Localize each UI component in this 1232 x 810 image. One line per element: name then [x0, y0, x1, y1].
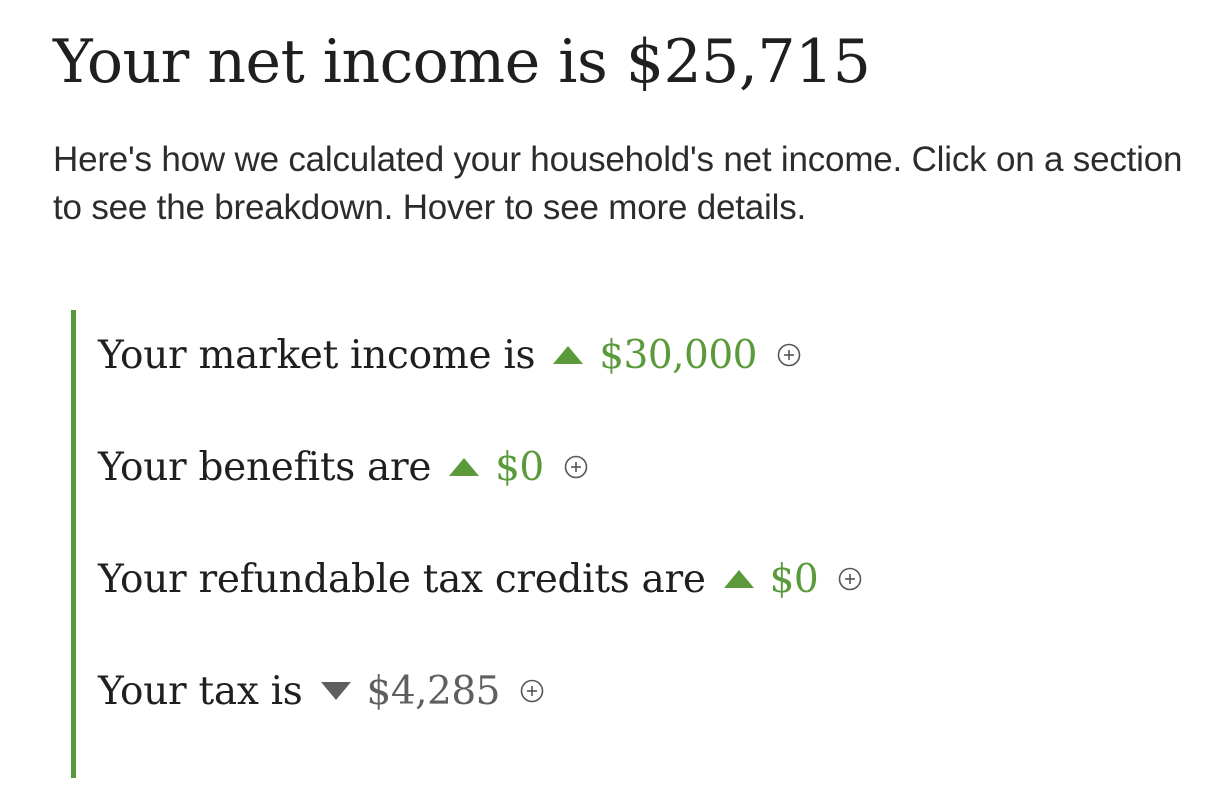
- breakdown-item-benefits[interactable]: Your benefits are $0: [98, 432, 588, 502]
- plus-circle-icon[interactable]: [777, 343, 801, 367]
- intro-text: Here's how we calculated your household'…: [53, 140, 1183, 227]
- plus-circle-icon[interactable]: [520, 679, 544, 703]
- breakdown-item-label: Your market income is: [98, 332, 536, 378]
- net-income-breakdown: Your market income is $30,000 Your benef…: [71, 310, 1176, 778]
- page-title: Your net income is $25,715: [53, 27, 871, 97]
- breakdown-item-refundable-tax-credits[interactable]: Your refundable tax credits are $0: [98, 544, 862, 614]
- triangle-up-icon: [449, 458, 480, 476]
- breakdown-item-amount: $0: [495, 444, 544, 490]
- triangle-down-icon: [320, 682, 351, 700]
- breakdown-item-tax[interactable]: Your tax is $4,285: [98, 656, 544, 726]
- breakdown-item-amount: $0: [769, 556, 819, 602]
- breakdown-item-label: Your tax is: [98, 668, 303, 714]
- triangle-up-icon: [553, 346, 584, 364]
- plus-circle-icon[interactable]: [838, 567, 862, 591]
- breakdown-item-amount: $30,000: [599, 332, 757, 378]
- breakdown-item-market-income[interactable]: Your market income is $30,000: [98, 320, 801, 390]
- breakdown-item-label: Your benefits are: [98, 444, 432, 490]
- breakdown-item-amount: $4,285: [366, 668, 501, 714]
- breakdown-item-label: Your refundable tax credits are: [98, 556, 706, 602]
- triangle-up-icon: [723, 570, 754, 588]
- plus-circle-icon[interactable]: [564, 455, 588, 479]
